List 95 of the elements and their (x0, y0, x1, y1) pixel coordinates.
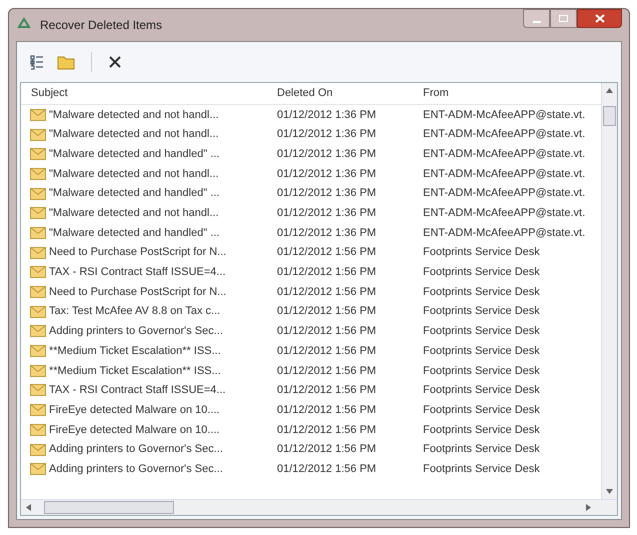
vertical-scrollbar[interactable] (601, 83, 617, 499)
scroll-thumb[interactable] (44, 501, 174, 514)
date-cell-text: 01/12/2012 1:56 PM (276, 402, 378, 418)
envelope-icon (30, 364, 46, 377)
subject-cell-text: **Medium Ticket Escalation** ISS... (49, 344, 221, 359)
column-header[interactable]: Deleted On (275, 85, 423, 102)
subject-cell-text: "Malware detected and handled" ... (49, 226, 220, 241)
close-icon (594, 14, 604, 23)
date-cell-text: 01/12/2012 1:56 PM (276, 422, 378, 438)
subject-cell-text: Need to Purchase PostScript for N... (49, 245, 226, 260)
folder-icon[interactable] (57, 54, 75, 70)
envelope-icon (30, 463, 46, 476)
subject-cell-text: "Malware detected and handled" ... (49, 186, 220, 202)
subject-cell-text: **Medium Ticket Escalation** ISS... (49, 364, 221, 379)
delete-icon[interactable] (108, 55, 122, 69)
sender-cell-text: Footprints Service Desk (423, 284, 541, 300)
sender-cell-text: ENT-ADM-McAfeeAPP@state.vt. (423, 146, 586, 162)
envelope-icon (30, 444, 46, 456)
sender-cell-text: Footprints Service Desk (423, 304, 541, 320)
date-cell-text: 01/12/2012 1:56 PM (276, 462, 378, 477)
subject-cell-text: "Malware detected and not handl... (49, 206, 219, 222)
subject-cell-text: Adding printers to Governor's Sec... (49, 462, 223, 477)
column-header[interactable]: From (423, 85, 601, 102)
subject-cell-text: Adding printers to Governor's Sec... (49, 442, 223, 458)
minimize-button[interactable] (523, 9, 550, 28)
subject-cell-text: "Malware detected and not handl... (49, 108, 219, 123)
subject-cell-text: "Malware detected and not handl... (49, 166, 219, 182)
subject-cell-text: Tax: Test McAfee AV 8.8 on Tax c... (49, 304, 220, 320)
envelope-icon (30, 325, 46, 338)
subject-cell-text: "Malware detected and not handl... (49, 127, 219, 142)
sender-cell-text: Footprints Service Desk (423, 402, 541, 418)
scroll-left-icon[interactable] (26, 504, 31, 511)
subject-cell-text: Adding printers to Governor's Sec... (49, 324, 223, 340)
subject-cell-text: Need to Purchase PostScript for N... (49, 284, 226, 300)
maximize-button[interactable] (550, 9, 577, 28)
date-cell-text: 01/12/2012 1:36 PM (276, 108, 378, 123)
date-cell-text: 01/12/2012 1:56 PM (276, 442, 378, 458)
sender-cell-text: Footprints Service Desk (423, 245, 541, 260)
column-header[interactable]: Subject (21, 85, 275, 102)
date-cell-text: 01/12/2012 1:56 PM (276, 324, 378, 340)
date-cell-text: 01/12/2012 1:56 PM (276, 364, 378, 379)
scroll-thumb[interactable] (603, 106, 616, 126)
sender-cell-text: ENT-ADM-McAfeeAPP@state.vt. (423, 206, 586, 222)
subject-cell-text: FireEye detected Malware on 10.... (49, 422, 220, 438)
sender-cell-text: Footprints Service Desk (423, 422, 541, 438)
sender-cell-text: ENT-ADM-McAfeeAPP@state.vt. (423, 186, 586, 202)
envelope-icon (30, 128, 46, 141)
date-cell-text: 01/12/2012 1:36 PM (276, 206, 378, 222)
envelope-icon (30, 108, 46, 121)
envelope-icon (30, 404, 46, 416)
scroll-down-icon[interactable] (606, 489, 613, 494)
sender-cell-text: ENT-ADM-McAfeeAPP@state.vt. (423, 127, 586, 142)
date-cell-text: 01/12/2012 1:36 PM (276, 166, 378, 182)
date-cell-text: 01/12/2012 1:36 PM (276, 186, 378, 202)
envelope-icon (30, 306, 46, 318)
sender-cell-text: ENT-ADM-McAfeeAPP@state.vt. (423, 226, 586, 241)
sender-cell-text: Footprints Service Desk (423, 344, 541, 359)
envelope-icon (30, 345, 46, 358)
subject-cell-text: TAX - RSI Contract Staff ISSUE=4... (49, 265, 226, 280)
sender-cell-text: ENT-ADM-McAfeeAPP@state.vt. (423, 166, 586, 182)
envelope-icon (30, 424, 46, 436)
scroll-right-icon[interactable] (586, 504, 591, 511)
sender-cell-text: Footprints Service Desk (423, 265, 541, 280)
envelope-icon (30, 266, 46, 278)
date-cell-text: 01/12/2012 1:56 PM (276, 344, 378, 359)
date-cell-text: 01/12/2012 1:36 PM (276, 146, 378, 162)
envelope-icon (30, 168, 46, 180)
envelope-icon (30, 148, 46, 160)
envelope-icon (30, 188, 46, 200)
date-cell-text: 01/12/2012 1:36 PM (276, 127, 378, 142)
sender-cell-text: Footprints Service Desk (423, 324, 541, 340)
sender-cell-text: Footprints Service Desk (423, 462, 541, 477)
date-cell-text: 01/12/2012 1:56 PM (276, 284, 378, 300)
date-cell-text: 01/12/2012 1:36 PM (276, 226, 378, 241)
envelope-icon (30, 384, 46, 396)
subject-cell-text: FireEye detected Malware on 10.... (49, 402, 220, 418)
envelope-icon (30, 207, 46, 220)
envelope-icon (30, 246, 46, 259)
subject-cell-text: "Malware detected and handled" ... (49, 146, 220, 162)
tree-view-icon[interactable] (29, 54, 45, 70)
horizontal-scrollbar[interactable] (21, 499, 617, 515)
subject-cell-text: TAX - RSI Contract Staff ISSUE=4... (49, 383, 226, 398)
sender-cell-text: Footprints Service Desk (423, 364, 541, 379)
sender-cell-text: ENT-ADM-McAfeeAPP@state.vt. (423, 108, 586, 123)
date-cell-text: 01/12/2012 1:56 PM (276, 304, 378, 320)
date-cell-text: 01/12/2012 1:56 PM (276, 383, 378, 398)
envelope-icon (30, 286, 46, 298)
date-cell-text: 01/12/2012 1:56 PM (276, 245, 378, 260)
envelope-icon (30, 226, 46, 239)
scroll-up-icon[interactable] (606, 88, 613, 93)
date-cell-text: 01/12/2012 1:56 PM (276, 265, 378, 280)
sender-cell-text: Footprints Service Desk (423, 383, 541, 398)
close-button[interactable] (577, 9, 622, 28)
window-title: Recover Deleted Items (40, 17, 162, 34)
sender-cell-text: Footprints Service Desk (423, 442, 541, 458)
